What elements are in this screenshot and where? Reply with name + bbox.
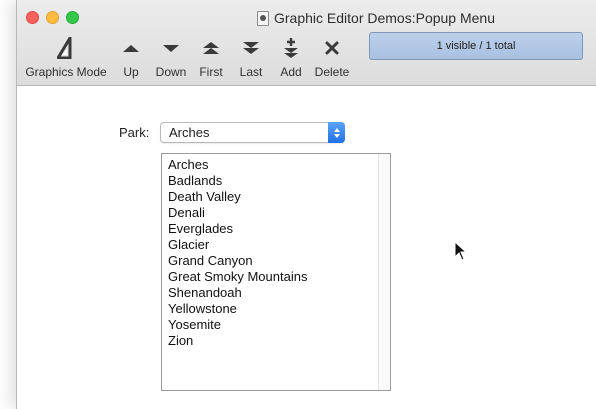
triangle-up-icon [111,34,151,62]
zoom-window-button[interactable] [66,11,79,24]
add-button[interactable]: Add [271,34,311,80]
app-window: Graphic Editor Demos:Popup Menu Graphics… [16,0,596,409]
list-item[interactable]: Grand Canyon [168,253,390,269]
set-square-icon [46,34,86,62]
park-popup-value: Arches [169,125,210,140]
parks-list-scrollbar[interactable] [378,154,390,390]
list-item[interactable]: Badlands [168,173,390,189]
list-item[interactable]: Arches [168,157,390,173]
mouse-pointer-icon [454,241,468,261]
list-item[interactable]: Glacier [168,237,390,253]
popup-arrows-icon [328,122,345,143]
titlebar: Graphic Editor Demos:Popup Menu Graphics… [17,0,596,86]
window-title: Graphic Editor Demos:Popup Menu [257,10,495,26]
list-item[interactable]: Yosemite [168,317,390,333]
delete-label: Delete [314,65,350,79]
triangle-down-icon [151,34,191,62]
first-button[interactable]: First [191,34,231,80]
add-label: Add [280,65,302,79]
window-title-text: Graphic Editor Demos:Popup Menu [274,10,495,26]
down-button[interactable]: Down [151,34,191,80]
list-item[interactable]: Denali [168,205,390,221]
park-popup-menu[interactable]: Arches [160,122,345,143]
first-label: First [199,65,223,79]
graphics-mode-label: Graphics Mode [25,65,107,79]
up-label: Up [123,65,139,79]
graphics-mode-button[interactable]: Graphics Mode [25,34,107,80]
delete-button[interactable]: Delete [311,34,353,80]
last-button[interactable]: Last [231,34,271,80]
last-label: Last [239,65,263,79]
double-up-icon [191,34,231,62]
minimize-window-button[interactable] [46,11,59,24]
plus-icon [271,34,311,62]
list-item[interactable]: Zion [168,333,390,349]
x-icon [312,34,352,62]
up-button[interactable]: Up [111,34,151,80]
double-down-icon [231,34,271,62]
close-window-button[interactable] [26,11,39,24]
park-label: Park: [119,125,150,140]
document-icon [257,10,269,26]
list-item[interactable]: Great Smoky Mountains [168,269,390,285]
list-item[interactable]: Everglades [168,221,390,237]
parks-list[interactable]: Arches Badlands Death Valley Denali Everglad… [161,153,391,391]
parks-list-items: Arches Badlands Death Valley Denali Everglad… [162,154,390,349]
down-label: Down [155,65,187,79]
list-item[interactable]: Death Valley [168,189,390,205]
list-item[interactable]: Shenandoah [168,285,390,301]
list-item[interactable]: Yellowstone [168,301,390,317]
record-status-field: 1 visible / 1 total [369,32,583,60]
